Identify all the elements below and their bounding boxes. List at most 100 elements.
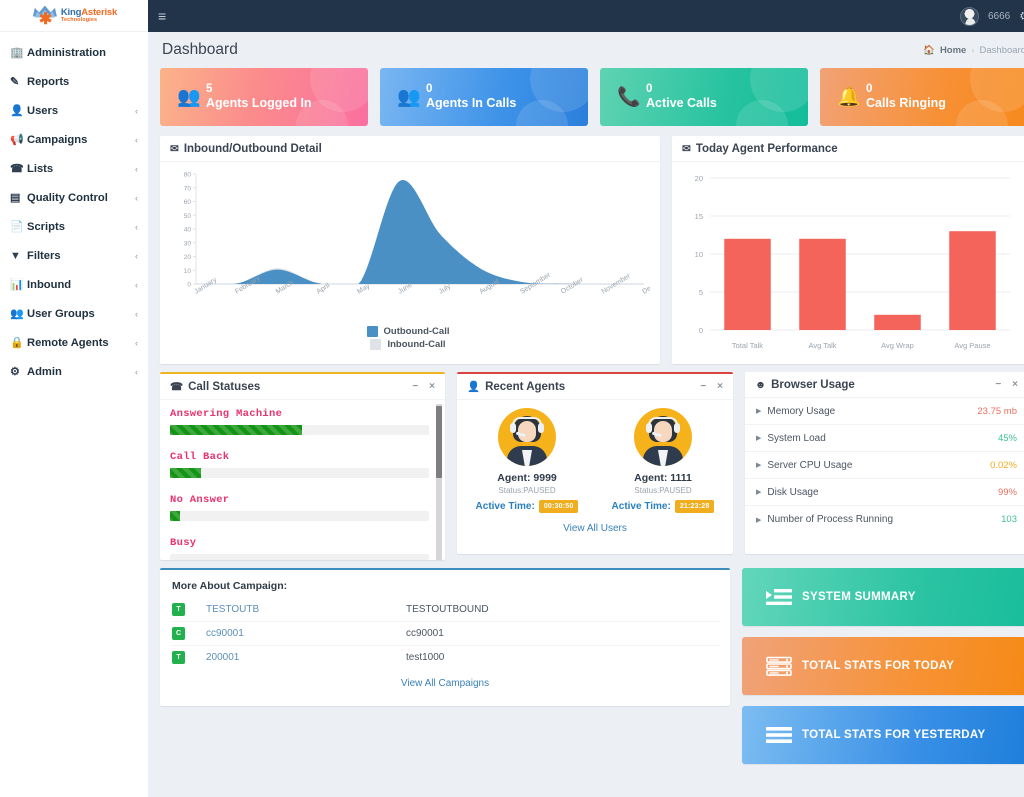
server-icon	[756, 656, 802, 676]
campaign-code-link[interactable]: 200001	[206, 652, 239, 663]
legend-item[interactable]: Inbound-Call	[370, 339, 445, 350]
agent-card[interactable]: Agent: 9999Status:PAUSEDActive Time:00:3…	[459, 408, 595, 513]
browser-usage-row[interactable]: ▶Number of Process Running103	[745, 506, 1024, 533]
content-area: Dashboard 🏠 Home › Dashboard 👥5Agents Lo…	[148, 32, 1024, 797]
brand-logo[interactable]: ✱ KingAsterisk Technologies	[0, 0, 148, 32]
quality-control-icon: ▤	[10, 191, 27, 204]
legend-swatch	[367, 326, 378, 337]
button-label: TOTAL STATS FOR TODAY	[802, 660, 954, 672]
usage-label: Memory Usage	[767, 406, 835, 417]
close-button[interactable]: ×	[429, 381, 435, 392]
call-statuses-panel: ☎ Call Statuses − × Answering MachineCal…	[160, 372, 445, 560]
sidebar-item-campaigns[interactable]: 📢Campaigns‹	[0, 125, 148, 154]
call-status-label: Answering Machine	[170, 408, 429, 420]
active-time-label: Active Time:	[476, 501, 535, 512]
admin-icon: ⚙	[10, 365, 27, 378]
stat-card-active-calls[interactable]: 📞0Active Calls	[600, 68, 808, 126]
usage-value: 103	[1001, 514, 1017, 525]
sidebar-item-lists[interactable]: ☎Lists‹	[0, 154, 148, 183]
usage-value: 45%	[998, 433, 1017, 444]
svg-text:Avg Talk: Avg Talk	[808, 341, 836, 350]
campaign-code-link[interactable]: TESTOUTB	[206, 604, 259, 615]
button-system-summary[interactable]: SYSTEM SUMMARY	[742, 568, 1024, 626]
button-total-stats-for-yesterday[interactable]: TOTAL STATS FOR YESTERDAY	[742, 706, 1024, 764]
sidebar-item-reports[interactable]: ✎Reports	[0, 67, 148, 96]
hamburger-menu-icon[interactable]: ≡	[158, 9, 166, 23]
progress-track	[170, 554, 429, 560]
agent-name: Agent: 9999	[459, 472, 595, 484]
sidebar-item-user-groups[interactable]: 👥User Groups‹	[0, 299, 148, 328]
settings-gear-icon[interactable]: ⚙	[1019, 9, 1024, 23]
svg-text:Avg Pause: Avg Pause	[954, 341, 990, 350]
progress-track	[170, 425, 429, 435]
action-buttons: SYSTEM SUMMARY TOTAL STATS FOR TODAY TOTAL…	[742, 568, 1024, 764]
sidebar-item-inbound[interactable]: 📊Inbound‹	[0, 270, 148, 299]
username-label[interactable]: 6666	[988, 11, 1010, 22]
legend-item[interactable]: Outbound-Call	[367, 326, 450, 337]
bar-avg-talk	[799, 239, 846, 330]
view-all-campaigns-link[interactable]: View All Campaigns	[170, 669, 720, 689]
breadcrumb-home-icon: 🏠	[923, 45, 935, 56]
stat-card-agents-logged-in[interactable]: 👥5Agents Logged In	[160, 68, 368, 126]
minimize-button[interactable]: −	[995, 379, 1001, 390]
bar-avg-pause	[949, 231, 996, 330]
chevron-right-icon: ▶	[756, 488, 761, 496]
sidebar-item-scripts[interactable]: 📄Scripts‹	[0, 212, 148, 241]
sidebar-item-administration[interactable]: 🏢Administration	[0, 38, 148, 67]
svg-text:Avg Wrap: Avg Wrap	[881, 341, 914, 350]
close-button[interactable]: ×	[717, 381, 723, 392]
sidebar-item-label: Lists	[27, 163, 135, 175]
breadcrumb-current: Dashboard	[980, 45, 1024, 56]
user-icon: 👤	[467, 380, 480, 393]
progress-fill	[170, 511, 180, 521]
sidebar-item-quality-control[interactable]: ▤Quality Control‹	[0, 183, 148, 212]
agent-card[interactable]: Agent: 1111Status:PAUSEDActive Time:21:2…	[595, 408, 731, 513]
inbound-outbound-panel: ✉ Inbound/Outbound Detail 01020304050607…	[160, 136, 660, 364]
close-button[interactable]: ×	[1012, 379, 1018, 390]
administration-icon: 🏢	[10, 46, 27, 59]
reports-icon: ✎	[10, 75, 27, 88]
bar-total-talk	[724, 239, 771, 330]
agent-performance-panel: ✉ Today Agent Performance 05101520Total …	[672, 136, 1024, 364]
table-row: Ccc90001cc90001	[170, 622, 720, 646]
chevron-left-icon: ‹	[135, 338, 138, 348]
call-status-item: No Answer	[170, 494, 429, 521]
svg-text:15: 15	[695, 212, 703, 221]
button-total-stats-for-today[interactable]: TOTAL STATS FOR TODAY	[742, 637, 1024, 695]
page-title: Dashboard	[162, 41, 238, 59]
stat-card-agents-in-calls[interactable]: 👥0Agents In Calls	[380, 68, 588, 126]
brand-name-part2: Asterisk	[81, 7, 117, 18]
legend-label: Inbound-Call	[387, 339, 445, 350]
mid-row: ☎ Call Statuses − × Answering MachineCal…	[156, 364, 1024, 560]
breadcrumb-home[interactable]: Home	[940, 45, 966, 56]
scrollbar-thumb[interactable]	[436, 406, 442, 478]
page-header: Dashboard 🏠 Home › Dashboard	[156, 32, 1024, 68]
stat-card-calls-ringing[interactable]: 🔔0Calls Ringing	[820, 68, 1024, 126]
browser-usage-row[interactable]: ▶Memory Usage23.75 mb	[745, 398, 1024, 425]
sidebar-item-label: Quality Control	[27, 192, 135, 204]
charts-row: ✉ Inbound/Outbound Detail 01020304050607…	[156, 126, 1024, 364]
call-statuses-header: ☎ Call Statuses − ×	[160, 374, 445, 400]
svg-text:February: February	[234, 275, 262, 296]
bottom-row: More About Campaign: TTESTOUTBTESTOUTBOU…	[156, 560, 1024, 764]
stat-value: 0	[646, 82, 717, 96]
browser-usage-row[interactable]: ▶Disk Usage99%	[745, 479, 1024, 506]
minimize-button[interactable]: −	[700, 381, 706, 392]
area-chart-legend: Outbound-Call Inbound-Call	[164, 326, 652, 350]
svg-text:5: 5	[699, 288, 703, 297]
call-status-item: Busy	[170, 537, 429, 560]
browser-usage-row[interactable]: ▶System Load45%	[745, 425, 1024, 452]
sidebar-item-admin[interactable]: ⚙Admin‹	[0, 357, 148, 386]
user-avatar[interactable]	[960, 7, 979, 26]
sidebar-item-users[interactable]: 👤Users‹	[0, 96, 148, 125]
sidebar-item-remote-agents[interactable]: 🔒Remote Agents‹	[0, 328, 148, 357]
phone-icon: ☎	[170, 381, 183, 393]
inbox-icon: ✉	[170, 143, 179, 155]
campaign-code-link[interactable]: cc90001	[206, 628, 244, 639]
recent-agents-list: Agent: 9999Status:PAUSEDActive Time:00:3…	[457, 400, 733, 513]
browser-usage-row[interactable]: ▶Server CPU Usage0.02%	[745, 452, 1024, 479]
progress-fill	[170, 425, 302, 435]
sidebar-item-filters[interactable]: ▼Filters‹	[0, 241, 148, 270]
minimize-button[interactable]: −	[412, 381, 418, 392]
view-all-users-link[interactable]: View All Users	[457, 513, 733, 534]
